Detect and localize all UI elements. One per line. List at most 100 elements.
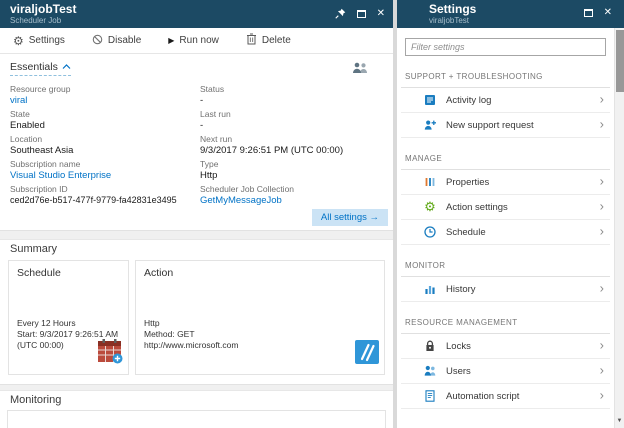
- monitoring-lens: Monitoring: [0, 391, 393, 428]
- calendar-icon: [96, 337, 124, 370]
- chevron-right-icon: ›: [599, 280, 604, 296]
- field-label: Scheduler Job Collection: [200, 184, 295, 194]
- settings-item-activity-log[interactable]: Activity log ›: [401, 88, 610, 113]
- scrollbar-thumb[interactable]: [616, 30, 624, 92]
- run-now-label: Run now: [179, 35, 219, 46]
- settings-item-history[interactable]: History ›: [401, 277, 610, 302]
- all-settings-button[interactable]: All settings →: [311, 209, 388, 226]
- chevron-right-icon: ›: [599, 116, 604, 132]
- chevron-right-icon: ›: [599, 362, 604, 378]
- action-settings-icon: ⚙: [424, 199, 436, 214]
- monitoring-heading: Monitoring: [10, 394, 62, 406]
- field-next-run: Next run 9/3/2017 9:26:51 PM (UTC 00:00): [200, 134, 388, 156]
- schedule-card-title: Schedule: [17, 267, 61, 279]
- subscription-name-link[interactable]: Visual Studio Enterprise: [10, 170, 196, 181]
- field-status: Status -: [200, 84, 388, 106]
- chevron-up-icon: [62, 64, 71, 69]
- summary-lens: Summary Schedule Every 12 Hours Start: 9…: [0, 240, 393, 384]
- clock-icon: [423, 225, 437, 239]
- run-now-button[interactable]: ▶ Run now: [168, 35, 219, 46]
- support-request-icon: [423, 118, 437, 132]
- close-icon[interactable]: ✕: [377, 8, 385, 19]
- play-icon: ▶: [168, 35, 175, 45]
- type-value: Http: [200, 170, 218, 181]
- item-label: Users: [446, 365, 471, 377]
- field-last-run: Last run -: [200, 109, 388, 131]
- settings-item-automation-script[interactable]: Automation script ›: [401, 384, 610, 409]
- maximize-icon[interactable]: [583, 9, 593, 17]
- summary-heading: Summary: [10, 243, 58, 255]
- schedule-card[interactable]: Schedule Every 12 Hours Start: 9/3/2017 …: [8, 260, 129, 375]
- history-chart-icon: [423, 282, 437, 296]
- settings-title: Settings: [429, 2, 477, 16]
- location-value: Southeast Asia: [10, 145, 74, 156]
- field-subscription-id: Subscription ID ced2d76e-b517-477f-9779-…: [10, 184, 196, 206]
- item-label: Locks: [446, 340, 471, 352]
- scrollbar[interactable]: ▼: [614, 28, 624, 428]
- section-divider: [0, 230, 393, 240]
- chevron-right-icon: ›: [599, 91, 604, 107]
- essentials-right-column: Status - Last run - Next run 9/3/2017 9:…: [200, 84, 388, 209]
- field-resource-group: Resource group viral: [10, 84, 196, 106]
- settings-item-action-settings[interactable]: ⚙ Action settings ›: [401, 195, 610, 220]
- users-roles-icon[interactable]: [352, 61, 369, 79]
- next-run-value: 9/3/2017 9:26:51 PM (UTC 00:00): [200, 145, 344, 156]
- users-icon: [423, 364, 437, 378]
- delete-button[interactable]: Delete: [246, 33, 291, 48]
- action-card[interactable]: Action Http Method: GET http://www.micro…: [135, 260, 385, 375]
- settings-item-users[interactable]: Users ›: [401, 359, 610, 384]
- maximize-icon[interactable]: [356, 9, 366, 18]
- disable-button[interactable]: Disable: [92, 34, 141, 48]
- lock-icon: [423, 339, 437, 353]
- last-run-value: -: [200, 120, 204, 131]
- scroll-down-icon[interactable]: ▼: [615, 415, 624, 428]
- settings-item-schedule[interactable]: Schedule ›: [401, 220, 610, 245]
- field-label: Next run: [200, 134, 233, 144]
- field-job-collection: Scheduler Job Collection GetMyMessageJob: [200, 184, 388, 206]
- monitoring-card[interactable]: [7, 410, 386, 428]
- section-divider: [0, 384, 393, 391]
- field-label: Resource group: [10, 84, 71, 94]
- gear-icon: ⚙: [13, 33, 24, 48]
- pin-icon[interactable]: [334, 8, 346, 19]
- disable-label: Disable: [107, 35, 142, 46]
- automation-script-icon: [423, 389, 437, 403]
- close-icon[interactable]: ✕: [604, 8, 612, 18]
- item-label: Schedule: [446, 226, 486, 238]
- job-collection-link[interactable]: GetMyMessageJob: [200, 195, 388, 206]
- section-heading-monitor: MONITOR: [405, 261, 446, 270]
- section-heading-manage: MANAGE: [405, 154, 443, 163]
- blade-header-controls: ✕: [583, 8, 612, 18]
- azure-portal: viraljobTest Scheduler Job ✕ ⚙ Settings …: [0, 0, 624, 428]
- settings-item-new-support-request[interactable]: New support request ›: [401, 113, 610, 138]
- blade-subtitle: Scheduler Job: [10, 16, 62, 25]
- field-subscription-name: Subscription name Visual Studio Enterpri…: [10, 159, 196, 181]
- command-bar: ⚙ Settings Disable ▶ Run now Delete: [0, 28, 393, 54]
- item-label: Activity log: [446, 94, 492, 106]
- field-label: Status: [200, 84, 225, 94]
- field-label: Subscription name: [10, 159, 81, 169]
- field-label: Subscription ID: [10, 184, 68, 194]
- action-card-title: Action: [144, 267, 174, 279]
- essentials-toggle[interactable]: Essentials: [10, 61, 71, 76]
- settings-item-properties[interactable]: Properties ›: [401, 170, 610, 195]
- properties-icon: [423, 175, 437, 189]
- item-label: Properties: [446, 176, 490, 188]
- chevron-right-icon: ›: [599, 223, 604, 239]
- field-type: Type Http: [200, 159, 388, 181]
- trash-icon: [246, 33, 257, 48]
- resource-group-link[interactable]: viral: [10, 95, 196, 106]
- item-label: New support request: [446, 119, 534, 131]
- field-label: Location: [10, 134, 43, 144]
- settings-subtitle: viraljobTest: [429, 16, 470, 25]
- blade-title: viraljobTest: [10, 2, 77, 16]
- essentials-label: Essentials: [10, 61, 58, 73]
- settings-button[interactable]: ⚙ Settings: [13, 35, 65, 47]
- settings-item-locks[interactable]: Locks ›: [401, 334, 610, 359]
- job-blade: viraljobTest Scheduler Job ✕ ⚙ Settings …: [0, 0, 393, 428]
- filter-settings-input[interactable]: [405, 38, 606, 56]
- job-blade-header: viraljobTest Scheduler Job ✕: [0, 0, 393, 28]
- subscription-id-value: ced2d76e-b517-477f-9779-fa42831e3495: [10, 195, 177, 205]
- action-method: Method: GET: [144, 329, 195, 339]
- action-url: http://www.microsoft.com: [144, 340, 239, 350]
